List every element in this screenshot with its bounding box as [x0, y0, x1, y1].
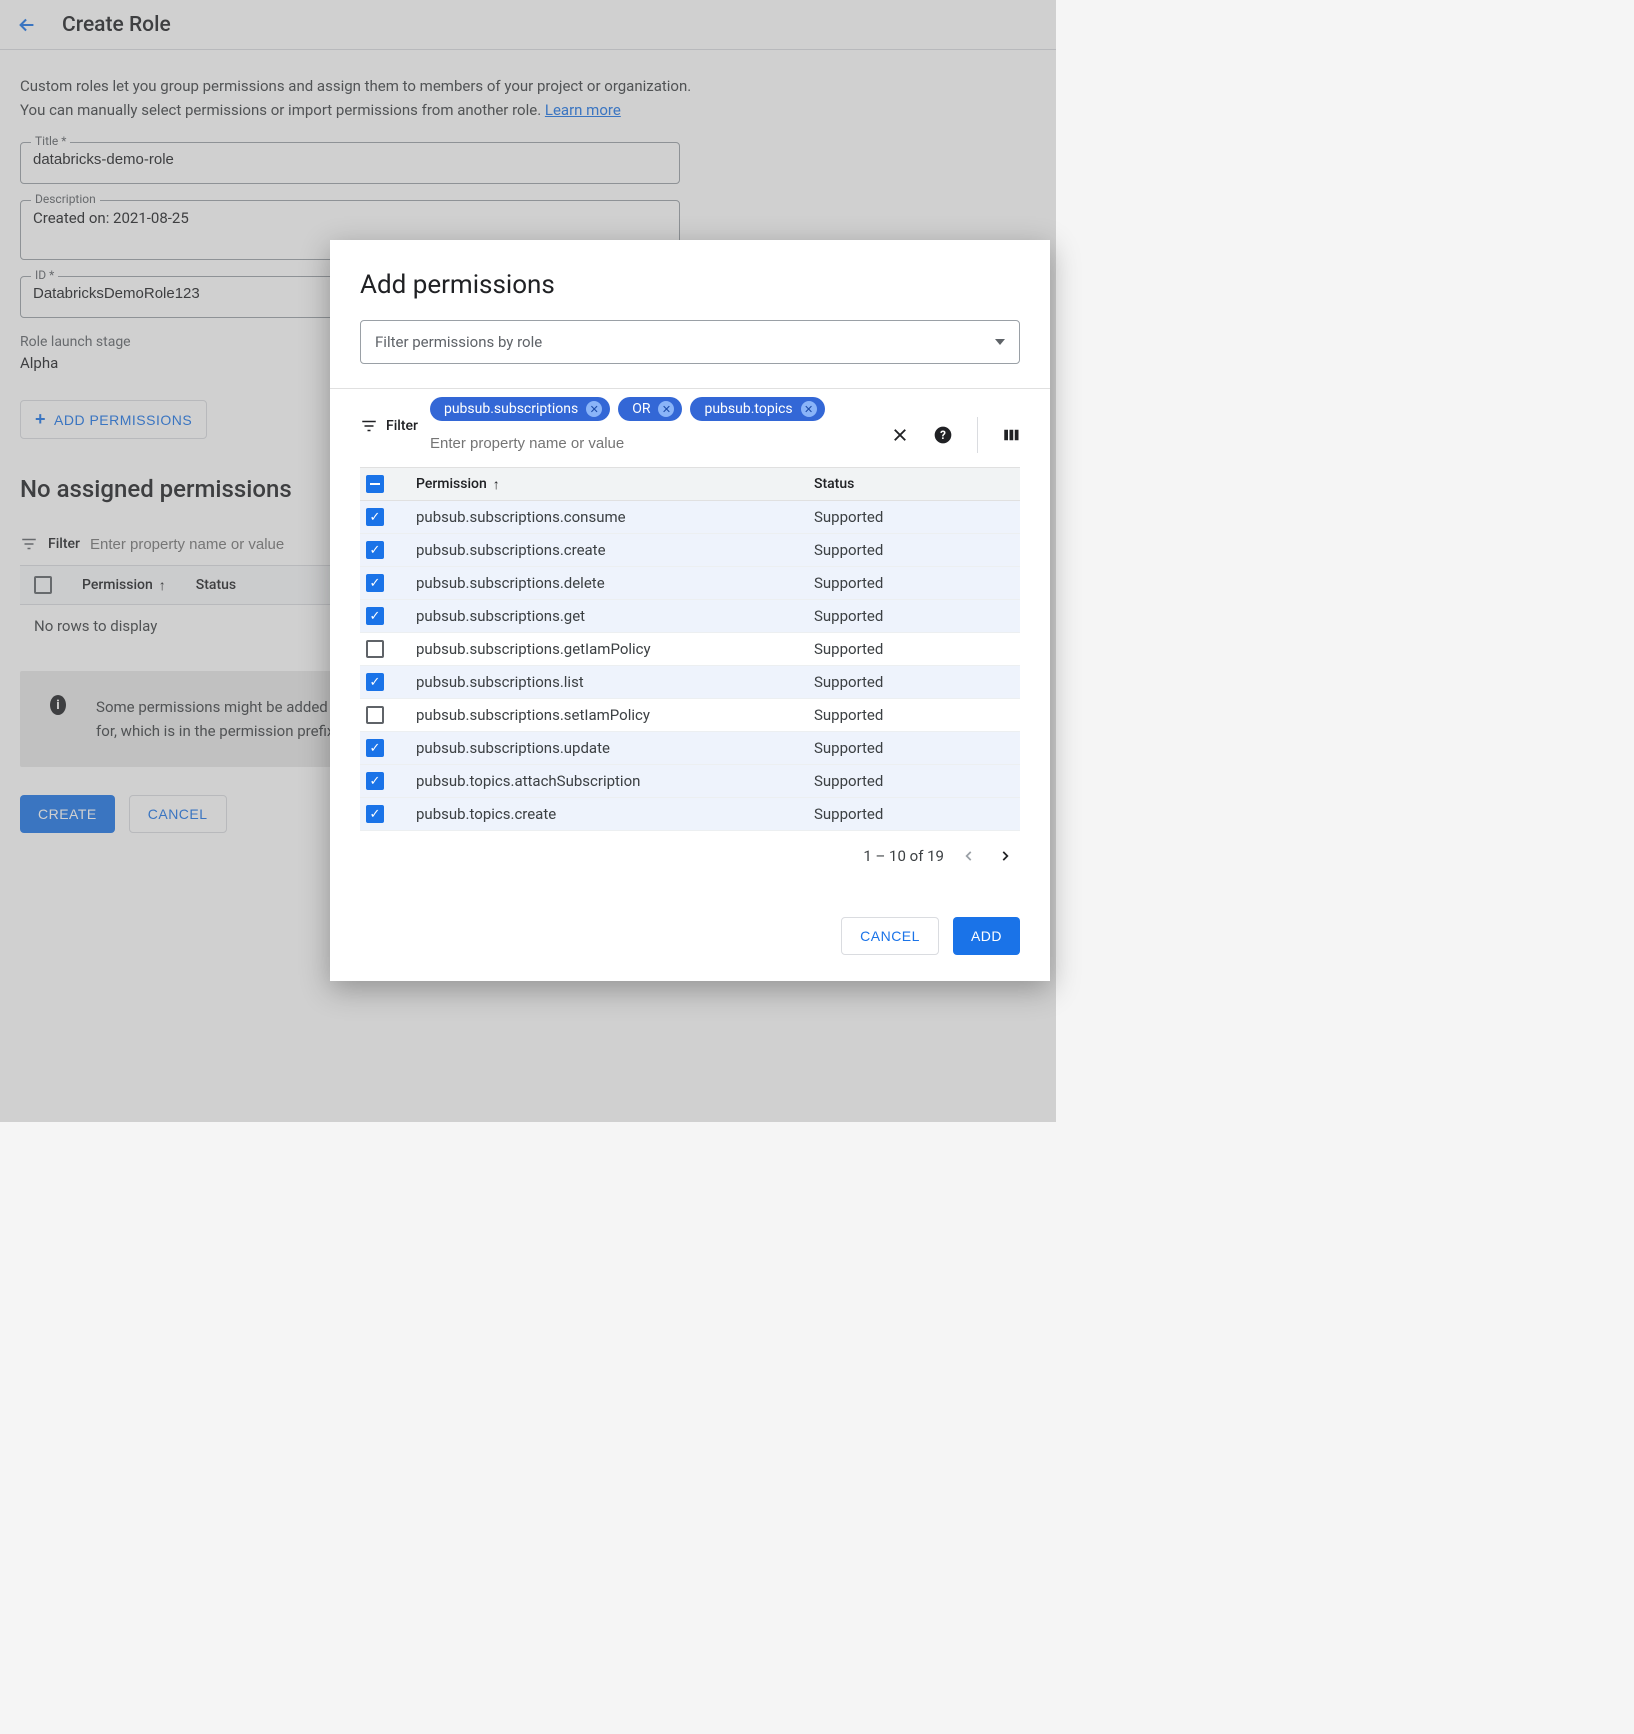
permission-name: pubsub.subscriptions.getIamPolicy [416, 640, 814, 658]
permission-status: Supported [814, 541, 1014, 559]
col-status[interactable]: Status [814, 476, 1014, 492]
permission-name: pubsub.topics.create [416, 805, 814, 823]
table-row: ✓ pubsub.subscriptions.consumeSupported [360, 501, 1020, 534]
permission-status: Supported [814, 640, 1014, 658]
row-checkbox[interactable]: ✓ [366, 772, 384, 790]
col-permission[interactable]: Permission ↑ [416, 476, 814, 493]
chip-text: pubsub.topics [704, 401, 792, 417]
permission-name: pubsub.topics.attachSubscription [416, 772, 814, 790]
filter-toolbar: ? [891, 397, 1020, 453]
row-checkbox[interactable] [366, 706, 384, 724]
row-checkbox[interactable]: ✓ [366, 574, 384, 592]
table-row: ✓ pubsub.subscriptions.deleteSupported [360, 567, 1020, 600]
row-checkbox[interactable]: ✓ [366, 805, 384, 823]
permission-name: pubsub.subscriptions.create [416, 541, 814, 559]
clear-filter-icon[interactable] [891, 426, 909, 444]
sort-arrow-icon: ↑ [493, 476, 500, 493]
table-row: ✓ pubsub.topics.createSupported [360, 798, 1020, 831]
permissions-table: Permission ↑ Status ✓ pubsub.subscription… [360, 467, 1020, 831]
filter-chip[interactable]: pubsub.subscriptions ✕ [430, 397, 610, 421]
help-icon[interactable]: ? [933, 425, 953, 445]
prev-page-icon[interactable] [958, 845, 980, 867]
permission-name: pubsub.subscriptions.update [416, 739, 814, 757]
permission-status: Supported [814, 805, 1014, 823]
perm-table-header: Permission ↑ Status [360, 468, 1020, 501]
svg-text:?: ? [940, 428, 946, 442]
permission-name: pubsub.subscriptions.setIamPolicy [416, 706, 814, 724]
row-checkbox[interactable]: ✓ [366, 607, 384, 625]
permission-status: Supported [814, 706, 1014, 724]
vertical-divider [977, 417, 978, 453]
table-row: ✓ pubsub.subscriptions.listSupported [360, 666, 1020, 699]
permission-status: Supported [814, 574, 1014, 592]
pagination-text: 1 – 10 of 19 [863, 847, 944, 865]
col-permission-label: Permission [416, 476, 487, 492]
next-page-icon[interactable] [994, 845, 1016, 867]
modal-cancel-button[interactable]: CANCEL [841, 917, 939, 955]
table-row: ✓ pubsub.subscriptions.getSupported [360, 600, 1020, 633]
filter-chips: pubsub.subscriptions ✕ OR ✕ pubsub.topics ✕ [430, 397, 879, 452]
columns-icon[interactable] [1002, 426, 1020, 444]
permission-status: Supported [814, 673, 1014, 691]
permission-name: pubsub.subscriptions.get [416, 607, 814, 625]
modal-filter-label: Filter [386, 418, 418, 434]
chip-text: pubsub.subscriptions [444, 401, 578, 417]
chip-text: OR [632, 401, 650, 417]
table-row: ✓ pubsub.subscriptions.updateSupported [360, 732, 1020, 765]
filter-left: Filter [360, 397, 418, 435]
permission-status: Supported [814, 739, 1014, 757]
permission-name: pubsub.subscriptions.list [416, 673, 814, 691]
modal-title: Add permissions [330, 270, 1050, 320]
permission-name: pubsub.subscriptions.delete [416, 574, 814, 592]
modal-filter-input[interactable] [430, 435, 879, 452]
modal-add-button[interactable]: ADD [953, 917, 1020, 955]
row-checkbox[interactable] [366, 640, 384, 658]
table-row: pubsub.subscriptions.getIamPolicySupport… [360, 633, 1020, 666]
modal-filter-bar: Filter pubsub.subscriptions✕OR✕pubsub.to… [330, 388, 1050, 453]
chip-close-icon[interactable]: ✕ [801, 401, 817, 417]
role-filter-placeholder: Filter permissions by role [375, 333, 542, 351]
modal-actions: CANCEL ADD [330, 867, 1050, 961]
filter-icon [360, 417, 378, 435]
row-checkbox[interactable]: ✓ [366, 508, 384, 526]
chevron-down-icon [995, 339, 1005, 345]
add-permissions-modal: Add permissions Filter permissions by ro… [330, 240, 1050, 981]
table-row: pubsub.subscriptions.setIamPolicySupport… [360, 699, 1020, 732]
permission-status: Supported [814, 607, 1014, 625]
row-checkbox[interactable]: ✓ [366, 541, 384, 559]
pagination: 1 – 10 of 19 [330, 831, 1050, 867]
select-all-checkbox[interactable] [366, 475, 384, 493]
chip-close-icon[interactable]: ✕ [658, 401, 674, 417]
role-filter-select[interactable]: Filter permissions by role [360, 320, 1020, 364]
filter-chip[interactable]: pubsub.topics ✕ [690, 397, 824, 421]
chip-close-icon[interactable]: ✕ [586, 401, 602, 417]
row-checkbox[interactable]: ✓ [366, 673, 384, 691]
permission-status: Supported [814, 772, 1014, 790]
table-row: ✓ pubsub.subscriptions.createSupported [360, 534, 1020, 567]
filter-chip-or[interactable]: OR ✕ [618, 397, 682, 421]
permission-status: Supported [814, 508, 1014, 526]
permission-name: pubsub.subscriptions.consume [416, 508, 814, 526]
row-checkbox[interactable]: ✓ [366, 739, 384, 757]
table-row: ✓ pubsub.topics.attachSubscriptionSupport… [360, 765, 1020, 798]
